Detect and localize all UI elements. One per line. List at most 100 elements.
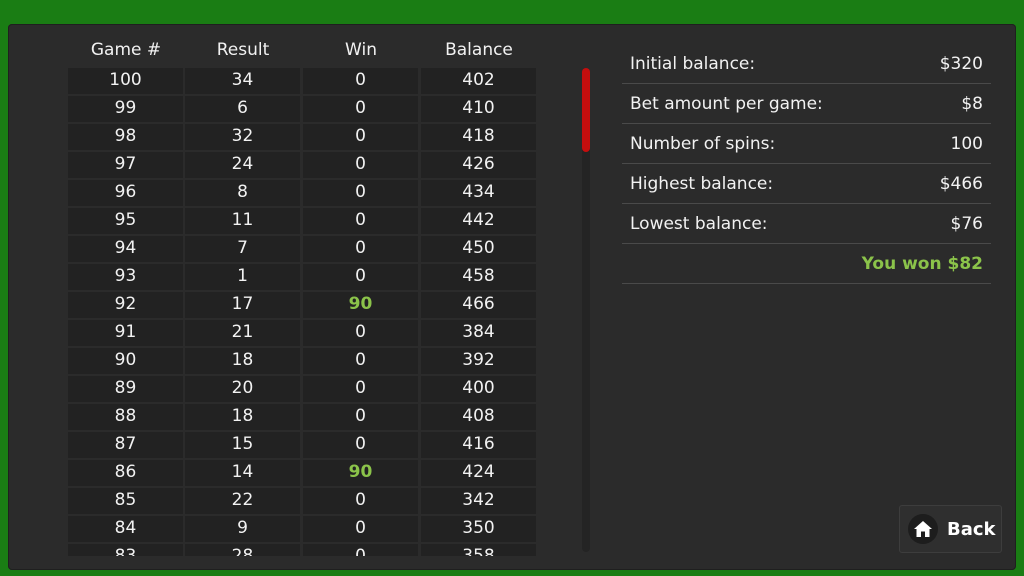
cell-game-number: 85: [68, 488, 183, 514]
cell-win: 0: [303, 124, 418, 150]
cell-win: 0: [303, 264, 418, 290]
stat-value: $320: [939, 53, 983, 74]
cell-win: 0: [303, 320, 418, 346]
cell-win: 90: [303, 460, 418, 486]
table-row: 88 18 0 408: [68, 404, 536, 432]
cell-balance: 408: [421, 404, 536, 430]
cell-win: 0: [303, 152, 418, 178]
home-icon: [908, 514, 938, 544]
cell-balance: 418: [421, 124, 536, 150]
cell-result: 32: [185, 124, 300, 150]
cell-game-number: 84: [68, 516, 183, 542]
cell-balance: 392: [421, 348, 536, 374]
cell-balance: 410: [421, 96, 536, 122]
cell-win: 0: [303, 68, 418, 94]
stat-bet-amount: Bet amount per game: $8: [622, 84, 991, 124]
table-row: 93 1 0 458: [68, 264, 536, 292]
table-row: 90 18 0 392: [68, 348, 536, 376]
result-text: You won $82: [861, 253, 983, 274]
table-row: 97 24 0 426: [68, 152, 536, 180]
cell-result: 17: [185, 292, 300, 318]
stat-label: Lowest balance:: [630, 213, 768, 234]
header-result: Result: [216, 40, 270, 60]
stat-label: Highest balance:: [630, 173, 774, 194]
cell-win: 0: [303, 236, 418, 262]
cell-win: 0: [303, 516, 418, 542]
table-row: 87 15 0 416: [68, 432, 536, 460]
back-button[interactable]: Back: [899, 505, 1002, 553]
stat-lowest-balance: Lowest balance: $76: [622, 204, 991, 244]
cell-balance: 424: [421, 460, 536, 486]
back-label: Back: [947, 518, 996, 540]
cell-win: 0: [303, 404, 418, 430]
cell-game-number: 92: [68, 292, 183, 318]
cell-game-number: 89: [68, 376, 183, 402]
cell-win: 90: [303, 292, 418, 318]
stat-value: $8: [961, 93, 983, 114]
cell-result: 7: [185, 236, 300, 262]
stat-label: Bet amount per game:: [630, 93, 823, 114]
scrollbar[interactable]: [582, 68, 590, 552]
cell-result: 6: [185, 96, 300, 122]
cell-balance: 458: [421, 264, 536, 290]
cell-win: 0: [303, 96, 418, 122]
cell-win: 0: [303, 376, 418, 402]
cell-balance: 466: [421, 292, 536, 318]
cell-balance: 442: [421, 208, 536, 234]
stat-label: Number of spins:: [630, 133, 776, 154]
stat-highest-balance: Highest balance: $466: [622, 164, 991, 204]
cell-balance: 350: [421, 516, 536, 542]
cell-win: 0: [303, 348, 418, 374]
cell-balance: 426: [421, 152, 536, 178]
cell-balance: 358: [421, 544, 536, 556]
cell-game-number: 83: [68, 544, 183, 556]
cell-result: 21: [185, 320, 300, 346]
table-row: 86 14 90 424: [68, 460, 536, 488]
cell-game-number: 97: [68, 152, 183, 178]
cell-game-number: 87: [68, 432, 183, 458]
cell-result: 24: [185, 152, 300, 178]
table-row: 89 20 0 400: [68, 376, 536, 404]
table-row: 95 11 0 442: [68, 208, 536, 236]
table-row: 94 7 0 450: [68, 236, 536, 264]
cell-result: 20: [185, 376, 300, 402]
cell-result: 34: [185, 68, 300, 94]
cell-balance: 400: [421, 376, 536, 402]
cell-balance: 416: [421, 432, 536, 458]
table-header: Game # Result Win Balance: [68, 40, 536, 64]
header-win: Win: [345, 40, 377, 60]
stat-label: Initial balance:: [630, 53, 756, 74]
table-row: 85 22 0 342: [68, 488, 536, 516]
cell-game-number: 96: [68, 180, 183, 206]
cell-balance: 434: [421, 180, 536, 206]
cell-result: 8: [185, 180, 300, 206]
cell-result: 18: [185, 348, 300, 374]
cell-win: 0: [303, 544, 418, 556]
cell-game-number: 98: [68, 124, 183, 150]
cell-game-number: 86: [68, 460, 183, 486]
stats-summary: Initial balance: $320 Bet amount per gam…: [622, 44, 991, 284]
stat-value: $466: [939, 173, 983, 194]
cell-result: 18: [185, 404, 300, 430]
cell-result: 14: [185, 460, 300, 486]
header-balance: Balance: [445, 40, 513, 60]
cell-result: 15: [185, 432, 300, 458]
cell-game-number: 99: [68, 96, 183, 122]
cell-result: 1: [185, 264, 300, 290]
cell-game-number: 95: [68, 208, 183, 234]
header-game-number: Game #: [90, 40, 162, 60]
table-row: 100 34 0 402: [68, 68, 536, 96]
stat-initial-balance: Initial balance: $320: [622, 44, 991, 84]
cell-game-number: 94: [68, 236, 183, 262]
cell-balance: 450: [421, 236, 536, 262]
cell-game-number: 88: [68, 404, 183, 430]
cell-game-number: 93: [68, 264, 183, 290]
scrollbar-thumb[interactable]: [582, 68, 590, 152]
table-row: 84 9 0 350: [68, 516, 536, 544]
stat-number-of-spins: Number of spins: 100: [622, 124, 991, 164]
cell-result: 22: [185, 488, 300, 514]
cell-result: 28: [185, 544, 300, 556]
table-row: 83 28 0 358: [68, 544, 536, 556]
game-history-list[interactable]: 100 34 0 402 99 6 0 410 98 32 0 418 97 24 0 426 96 8 0 434 9…: [68, 68, 536, 556]
cell-game-number: 90: [68, 348, 183, 374]
